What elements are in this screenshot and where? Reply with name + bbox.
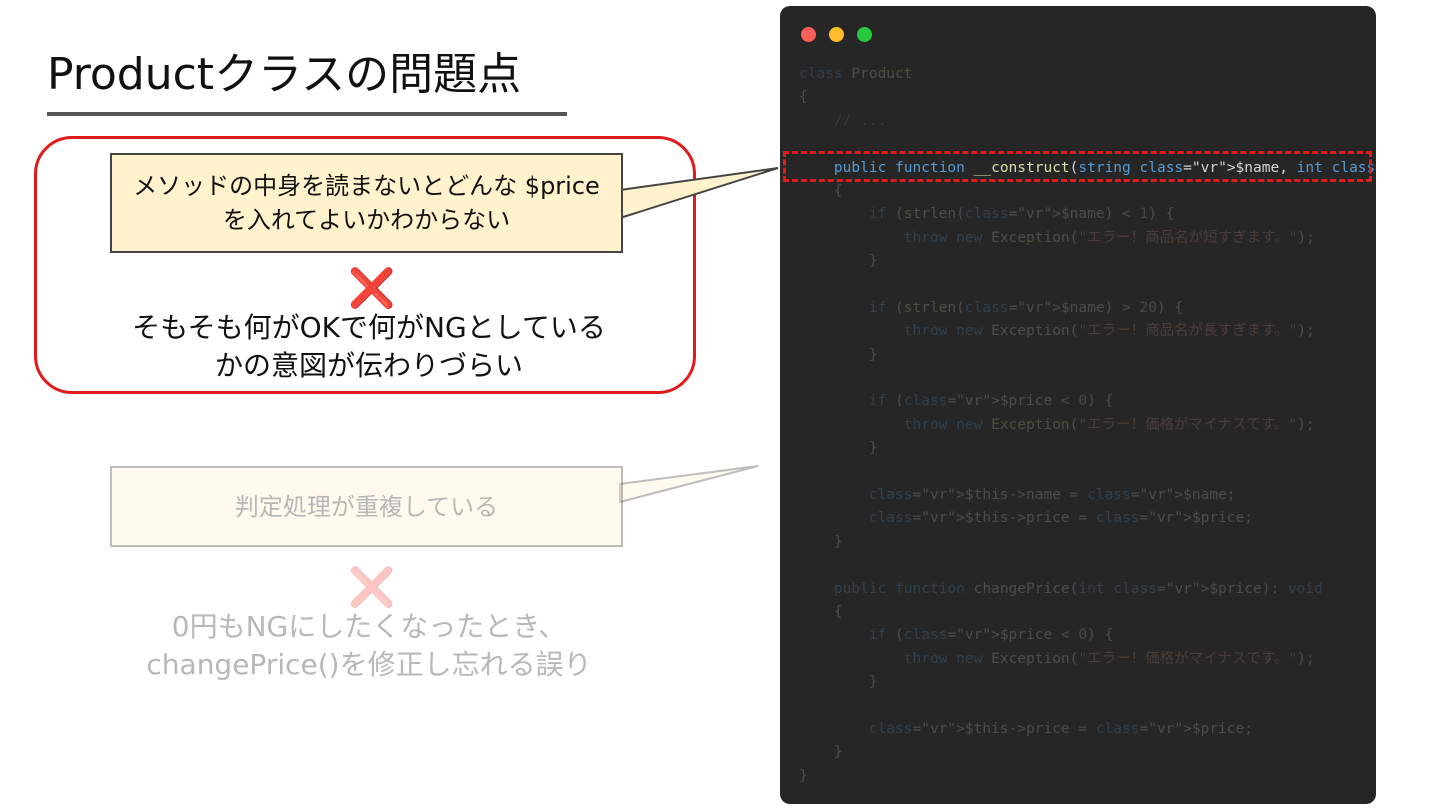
code-line: }	[799, 674, 878, 691]
code-line: public function changePrice(int class="v…	[833, 580, 1323, 597]
window-minimize-dot	[829, 27, 844, 42]
code-line: }	[799, 767, 808, 784]
code-line: throw new Exception("エラー！商品名が長すぎます。");	[903, 323, 1315, 340]
code-line: }	[799, 253, 878, 270]
code-line: throw new Exception("エラー！商品名が短すぎます。");	[903, 229, 1315, 246]
code-line: throw new Exception("エラー！価格がマイナスです。");	[903, 650, 1315, 667]
code-line: class="vr">$this->price = class="vr">$pr…	[868, 510, 1253, 527]
code-line: {	[799, 603, 843, 620]
constructor-highlight	[783, 151, 1372, 182]
cross-mark-icon: ❌	[348, 266, 396, 310]
callout-1-line-2: を入れてよいかわからない	[222, 206, 511, 234]
window-maximize-dot	[857, 27, 872, 42]
window-close-dot	[801, 27, 816, 42]
statement-1-line-1: そもそも何がOKで何がNGとしている	[132, 311, 606, 344]
code-window: class Product{ // ... public function __…	[780, 6, 1376, 804]
code-line: if (class="vr">$price < 0) {	[868, 393, 1114, 410]
statement-2-line-1: 0円もNGにしたくなったとき、	[171, 610, 567, 643]
problem-statement-1: そもそも何がOKで何がNGとしている かの意図が伝わりづらい	[80, 309, 658, 385]
code-line: class="vr">$this->price = class="vr">$pr…	[868, 720, 1253, 737]
callout-2-pointer	[619, 465, 759, 504]
code-line: }	[799, 440, 878, 457]
callout-1-pointer	[619, 167, 779, 220]
code-line: if (class="vr">$price < 0) {	[868, 627, 1114, 644]
statement-2-line-2: changePrice()を修正し忘れる誤り	[146, 648, 592, 681]
callout-duplicate-check: 判定処理が重複している	[110, 466, 623, 547]
callout-param-unclear: メソッドの中身を読まないとどんな $price を入れてよいかわからない	[110, 153, 623, 253]
code-line: throw new Exception("エラー！価格がマイナスです。");	[903, 416, 1315, 433]
problem-statement-2: 0円もNGにしたくなったとき、 changePrice()を修正し忘れる誤り	[80, 608, 658, 684]
code-line: // ...	[799, 112, 887, 129]
code-line: }	[799, 744, 843, 761]
statement-1-line-2: かの意図が伝わりづらい	[214, 349, 523, 382]
code-line: class Product	[799, 66, 913, 82]
callout-1-line-1: メソッドの中身を読まないとどんな $price	[133, 172, 600, 200]
code-line: }	[799, 346, 878, 363]
code-line: class="vr">$this->name = class="vr">$nam…	[868, 487, 1236, 504]
cross-mark-icon: ❌	[348, 565, 396, 609]
code-line: if (strlen(class="vr">$name) < 1) {	[868, 206, 1175, 223]
code-line: {	[799, 182, 843, 199]
code-line: if (strlen(class="vr">$name) > 20) {	[868, 299, 1184, 316]
code-line: {	[799, 89, 808, 106]
code-line: }	[799, 533, 843, 550]
callout-2-line-1: 判定処理が重複している	[234, 492, 499, 521]
